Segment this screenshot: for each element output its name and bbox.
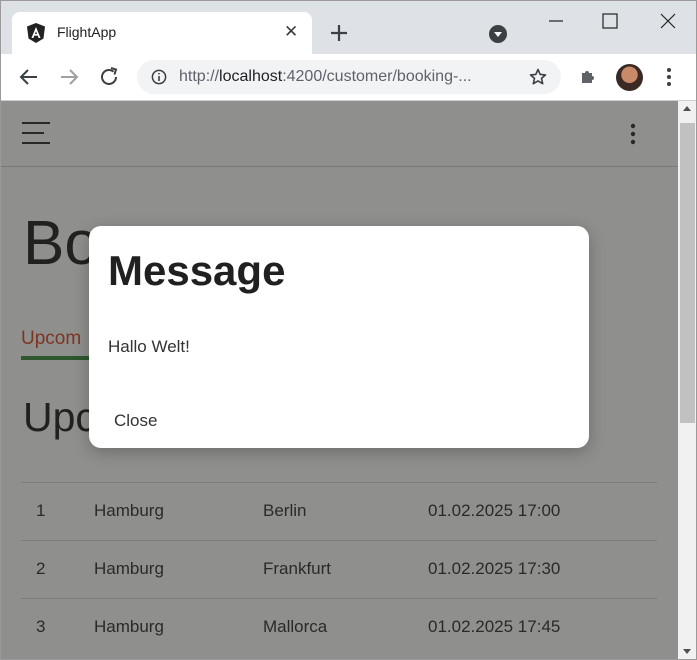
back-arrow-icon[interactable]: [18, 66, 40, 88]
message-dialog: Message Hallo Welt! Close: [89, 226, 589, 448]
bookmark-star-icon[interactable]: [529, 68, 547, 86]
page-scrollbar[interactable]: [678, 101, 696, 659]
address-bar[interactable]: http://localhost:4200/customer/booking-.…: [137, 60, 561, 94]
minimize-icon[interactable]: [546, 11, 566, 31]
scroll-up-arrow-icon[interactable]: [683, 106, 691, 111]
browser-window: FlightApp ✕ http://localhost:4200/custom…: [0, 0, 697, 660]
dialog-message: Hallo Welt!: [108, 337, 190, 356]
dialog-title: Message: [108, 247, 286, 294]
close-button[interactable]: Close: [105, 407, 166, 435]
tab-close-icon[interactable]: ✕: [284, 24, 298, 41]
extensions-puzzle-icon[interactable]: [579, 66, 599, 86]
url-text[interactable]: http://localhost:4200/customer/booking-.…: [179, 68, 472, 86]
reload-icon[interactable]: [98, 66, 120, 88]
new-tab-icon[interactable]: [328, 22, 350, 44]
maximize-icon[interactable]: [601, 12, 619, 30]
info-icon[interactable]: [151, 69, 167, 85]
scrollbar-thumb[interactable]: [680, 123, 695, 423]
tab-title: FlightApp: [57, 24, 117, 40]
browser-menu-icon[interactable]: [666, 67, 672, 87]
scroll-down-arrow-icon[interactable]: [683, 649, 691, 654]
tab-strip: FlightApp ✕: [1, 1, 696, 54]
browser-tab[interactable]: FlightApp ✕: [12, 12, 312, 54]
window-close-icon[interactable]: [658, 11, 678, 31]
profile-avatar[interactable]: [616, 64, 643, 91]
tab-search-icon[interactable]: [488, 24, 508, 44]
forward-arrow-icon[interactable]: [58, 66, 80, 88]
angular-logo-icon: [27, 23, 45, 43]
